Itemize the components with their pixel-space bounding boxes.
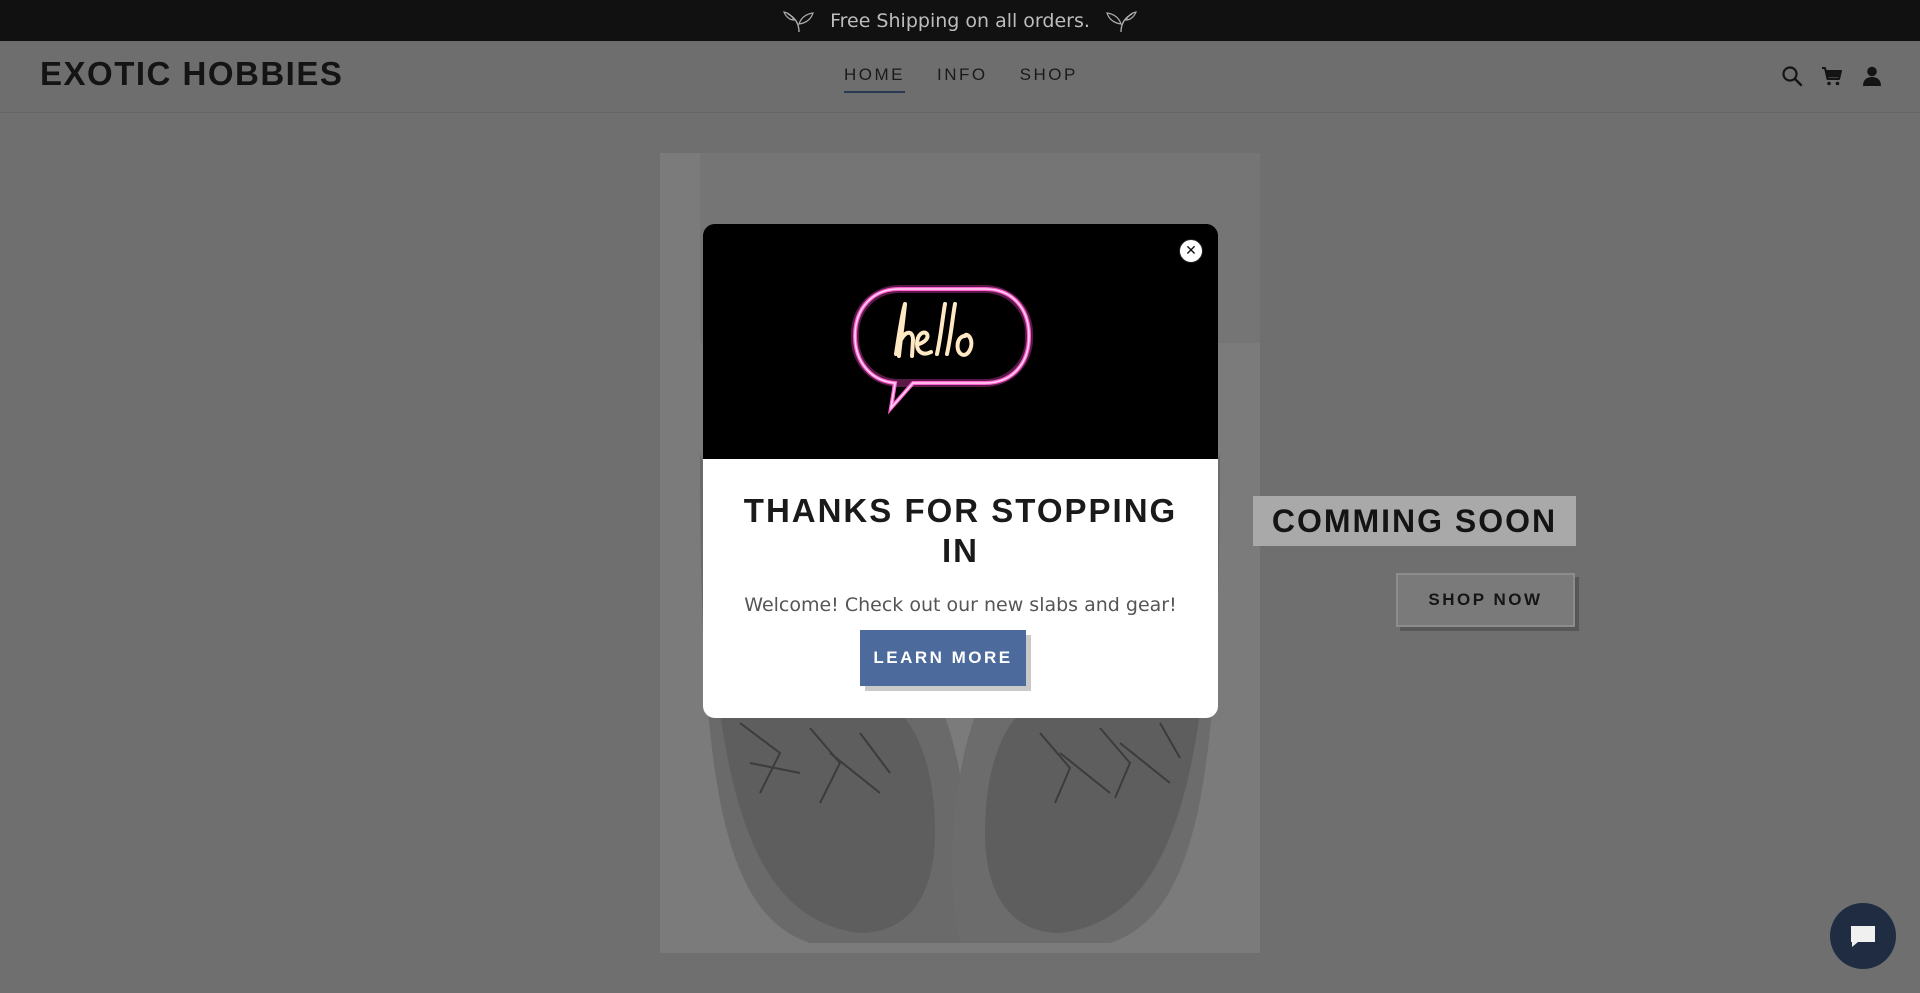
header-tools bbox=[1780, 64, 1884, 88]
nav-shop[interactable]: SHOP bbox=[1020, 65, 1078, 93]
nav-home[interactable]: HOME bbox=[844, 65, 905, 93]
popup-title: THANKS FOR STOPPING IN bbox=[743, 492, 1178, 569]
close-icon[interactable]: ✕ bbox=[1179, 239, 1203, 263]
coming-soon-badge: COMMING SOON bbox=[1253, 496, 1576, 546]
main-nav: HOME INFO SHOP bbox=[844, 65, 1078, 93]
account-icon[interactable] bbox=[1860, 64, 1884, 88]
sprig-icon bbox=[1106, 10, 1137, 32]
sprig-icon bbox=[783, 10, 814, 32]
chat-icon bbox=[1851, 926, 1875, 947]
site-logo[interactable]: EXOTIC HOBBIES bbox=[40, 55, 343, 93]
site-header: EXOTIC HOBBIES HOME INFO SHOP bbox=[0, 41, 1920, 113]
neon-hello-sign bbox=[703, 224, 1218, 459]
nav-info[interactable]: INFO bbox=[937, 65, 988, 93]
announcement-bar: Free Shipping on all orders. bbox=[0, 0, 1920, 41]
chat-button[interactable] bbox=[1830, 903, 1896, 969]
popup-image: ✕ bbox=[703, 224, 1218, 459]
shop-now-button[interactable]: SHOP NOW bbox=[1396, 573, 1575, 627]
welcome-popup: ✕ THANKS FOR STOPPING IN Welcome! Check … bbox=[703, 224, 1218, 718]
learn-more-button[interactable]: LEARN MORE bbox=[860, 630, 1026, 686]
announcement-text: Free Shipping on all orders. bbox=[830, 9, 1090, 32]
cart-icon[interactable] bbox=[1820, 64, 1844, 88]
search-icon[interactable] bbox=[1780, 64, 1804, 88]
popup-message: Welcome! Check out our new slabs and gea… bbox=[744, 594, 1177, 616]
